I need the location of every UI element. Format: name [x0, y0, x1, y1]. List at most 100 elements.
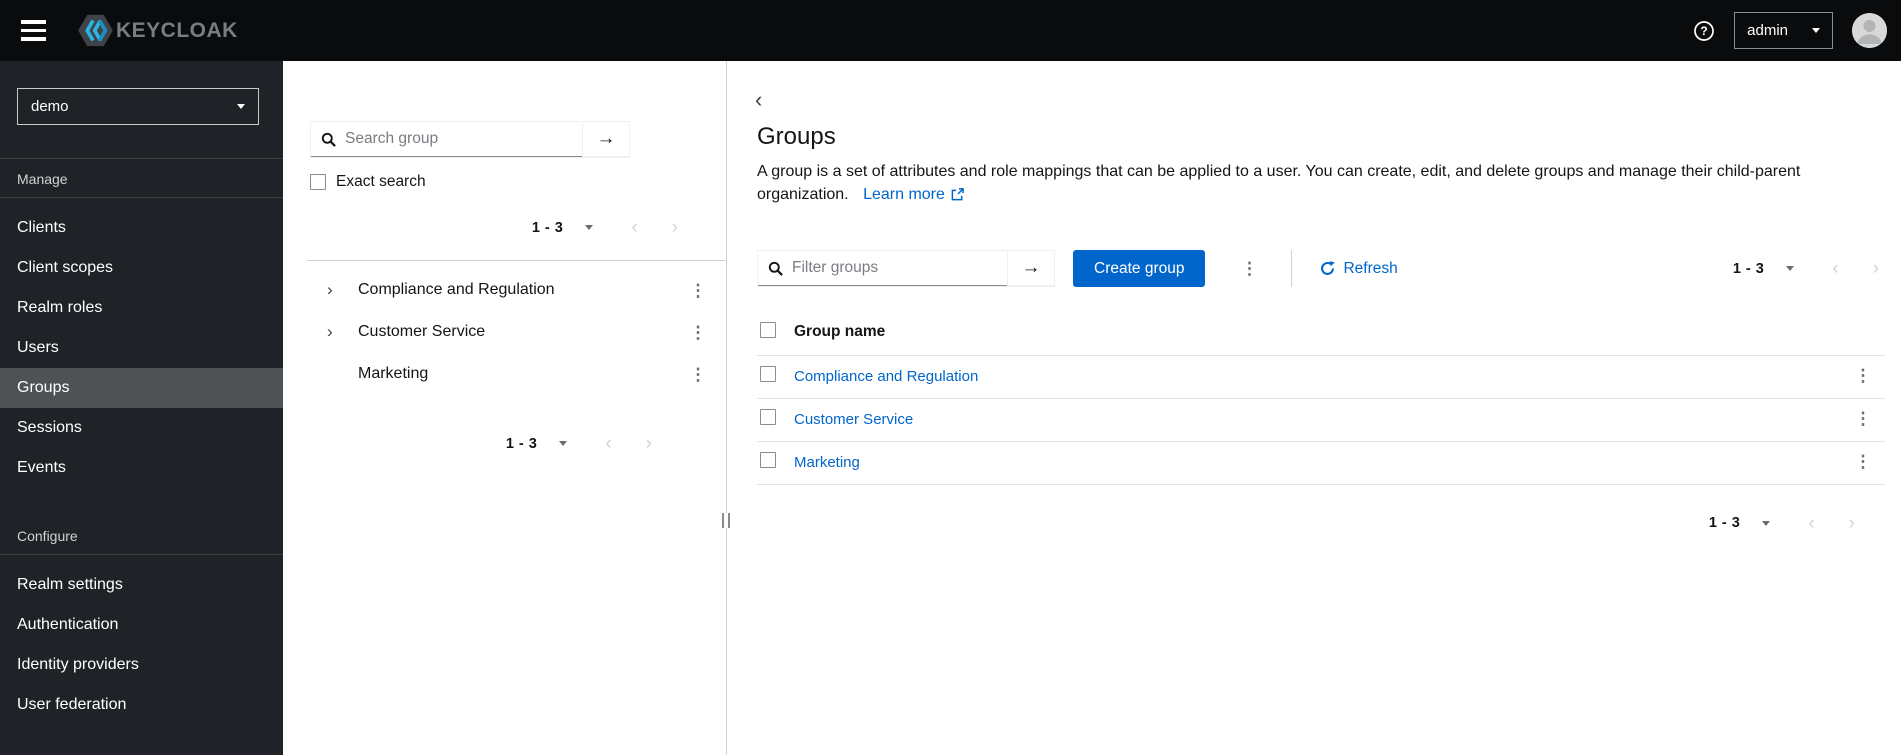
chevron-left-icon: ‹	[631, 217, 638, 238]
nav-section-configure: Configure	[17, 528, 78, 544]
sidebar-item-realm-settings[interactable]: Realm settings	[0, 565, 283, 605]
learn-more-link[interactable]: Learn more	[863, 183, 964, 206]
configure-nav-list: Realm settings Authentication Identity p…	[0, 555, 283, 725]
sidebar-item-authentication[interactable]: Authentication	[0, 605, 283, 645]
group-link[interactable]: Marketing	[794, 454, 860, 471]
group-tree-label[interactable]: Compliance and Regulation	[358, 281, 555, 299]
row-kebab-button[interactable]: ⋮	[1851, 367, 1875, 384]
pagination-range-toggle[interactable]: 1 - 3	[532, 220, 594, 236]
sidebar-item-users[interactable]: Users	[0, 328, 283, 368]
keycloak-logo[interactable]: KEYCLOAK	[77, 14, 238, 47]
sidebar-item-sessions[interactable]: Sessions	[0, 408, 283, 448]
group-tree-label[interactable]: Marketing	[358, 365, 428, 383]
keycloak-hexagon-icon	[78, 14, 113, 47]
select-all-checkbox[interactable]	[760, 321, 776, 338]
pagination-next-button[interactable]: ›	[642, 432, 656, 455]
drawer-collapse-button[interactable]: ‹	[755, 89, 762, 111]
manage-nav-list: Clients Client scopes Realm roles Users …	[0, 198, 283, 488]
group-tree-label[interactable]: Customer Service	[358, 323, 485, 341]
kebab-icon: ⋮	[689, 364, 707, 384]
table-pagination-top: 1 - 3 ‹ ›	[1733, 257, 1883, 280]
pagination-next-button[interactable]: ›	[1869, 257, 1883, 280]
toolbar-kebab-button[interactable]: ⋮	[1237, 260, 1261, 277]
sidebar-item-client-scopes[interactable]: Client scopes	[0, 248, 283, 288]
divider	[1291, 250, 1293, 287]
exact-search-label: Exact search	[336, 173, 426, 190]
tree-row[interactable]: › Compliance and Regulation ⋮	[283, 269, 726, 311]
pagination-next-button[interactable]: ›	[1845, 512, 1859, 535]
kebab-menu-button[interactable]: ⋮	[686, 324, 710, 341]
pagination-prev-button[interactable]: ‹	[627, 216, 641, 239]
kebab-menu-button[interactable]: ⋮	[686, 282, 710, 299]
chevron-down-icon	[1762, 520, 1771, 526]
chevron-left-icon: ‹	[1832, 258, 1839, 279]
external-link-icon	[951, 188, 964, 201]
row-checkbox[interactable]	[760, 409, 776, 425]
tree-pagination-top: 1 - 3 ‹ ›	[283, 216, 682, 239]
main-content: ‹ Groups A group is a set of attributes …	[727, 61, 1901, 755]
pagination-prev-button[interactable]: ‹	[1828, 257, 1842, 280]
row-kebab-button[interactable]: ⋮	[1851, 410, 1875, 427]
table-row: Marketing ⋮	[757, 441, 1885, 485]
search-submit-button[interactable]: →	[582, 122, 629, 157]
sidebar-item-identity-providers[interactable]: Identity providers	[0, 645, 283, 685]
expand-group-button[interactable]: ›	[327, 322, 345, 342]
pagination-range: 1 - 3	[531, 219, 564, 236]
chevron-down-icon	[1786, 266, 1795, 271]
pagination-prev-button[interactable]: ‹	[601, 432, 615, 455]
tree-row[interactable]: › Customer Service ⋮	[283, 311, 726, 353]
row-kebab-button[interactable]: ⋮	[1851, 453, 1875, 470]
tree-row[interactable]: Marketing ⋮	[283, 353, 726, 395]
hamburger-icon	[21, 20, 46, 24]
page-description: A group is a set of attributes and role …	[757, 160, 1862, 206]
user-avatar-icon	[1852, 13, 1887, 48]
pagination-range: 1 - 3	[1708, 515, 1741, 531]
chevron-down-icon	[559, 441, 568, 446]
filter-groups-input[interactable]	[758, 251, 1007, 286]
pagination-range-toggle[interactable]: 1 - 3	[1733, 261, 1795, 277]
groups-tree-panel: → Exact search 1 - 3 ‹ › › Compliance an…	[283, 61, 730, 755]
chevron-right-icon: ›	[1848, 512, 1855, 534]
kebab-icon: ⋮	[1240, 259, 1258, 278]
pagination-prev-button[interactable]: ‹	[1804, 512, 1818, 535]
masthead-actions: ? admin	[1693, 12, 1901, 49]
expand-group-button[interactable]: ›	[327, 280, 345, 300]
pagination-next-button[interactable]: ›	[668, 216, 682, 239]
arrow-right-icon: →	[596, 128, 616, 149]
panel-resize-handle[interactable]	[722, 513, 730, 528]
masthead: KEYCLOAK ? admin	[0, 0, 1901, 61]
kebab-icon: ⋮	[689, 280, 707, 300]
filter-submit-button[interactable]: →	[1007, 251, 1054, 286]
table-row: Compliance and Regulation ⋮	[757, 355, 1885, 399]
sidebar-item-clients[interactable]: Clients	[0, 208, 283, 248]
kebab-icon: ⋮	[1854, 409, 1872, 428]
exact-search-checkbox[interactable]	[310, 174, 326, 190]
pagination-range-toggle[interactable]: 1 - 3	[506, 436, 568, 452]
sidebar-item-events[interactable]: Events	[0, 448, 283, 488]
realm-selector[interactable]: demo	[17, 88, 259, 125]
table-row: Customer Service ⋮	[757, 398, 1885, 442]
pagination-range-toggle[interactable]: 1 - 3	[1709, 515, 1771, 531]
refresh-button[interactable]: Refresh	[1320, 260, 1398, 278]
pagination-range: 1 - 3	[1732, 260, 1765, 277]
exact-search-toggle[interactable]: Exact search	[310, 173, 426, 191]
group-link[interactable]: Customer Service	[794, 411, 913, 428]
row-checkbox[interactable]	[760, 366, 776, 382]
chevron-down-icon	[1812, 28, 1820, 33]
chevron-down-icon	[237, 104, 245, 109]
sidebar-item-realm-roles[interactable]: Realm roles	[0, 288, 283, 328]
user-menu-dropdown[interactable]: admin	[1734, 12, 1833, 49]
avatar[interactable]	[1852, 13, 1887, 48]
help-button[interactable]: ?	[1693, 20, 1715, 42]
kebab-menu-button[interactable]: ⋮	[686, 366, 710, 383]
sidebar-item-groups[interactable]: Groups	[0, 368, 283, 408]
table-pagination-bottom: 1 - 3 ‹ ›	[757, 512, 1859, 535]
nav-toggle-button[interactable]	[17, 16, 50, 45]
sidebar-item-user-federation[interactable]: User federation	[0, 685, 283, 725]
chevron-left-icon: ‹	[755, 87, 763, 112]
column-header-group-name[interactable]: Group name	[794, 310, 1851, 356]
group-link[interactable]: Compliance and Regulation	[794, 368, 978, 385]
create-group-button[interactable]: Create group	[1073, 250, 1206, 287]
search-group-input[interactable]	[311, 122, 582, 157]
row-checkbox[interactable]	[760, 452, 776, 468]
